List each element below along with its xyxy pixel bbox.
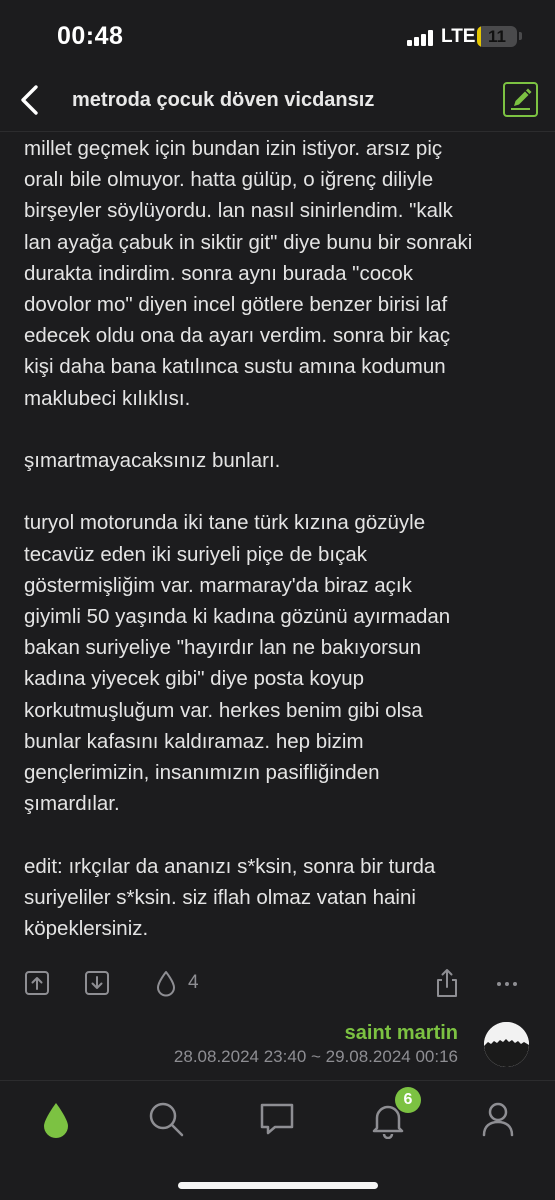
text-line: giyimli 50 yaşında ki kadına gözünü ayır…: [24, 605, 451, 629]
text-line: gençlerimizin, insanımızın pasifliğinden: [24, 761, 380, 785]
profile-icon: [482, 1102, 514, 1137]
cellular-signal-icon: [407, 30, 435, 46]
text-line: tecavüz eden iki suriyeli piçe de bıçak: [24, 542, 367, 566]
entry-date: 28.08.2024 23:40 ~ 29.08.2024 00:16: [173, 1047, 458, 1066]
arrow-down-box-icon: [85, 971, 109, 995]
text-line: şımardılar.: [24, 792, 120, 816]
text-line: birşeyler söylüyordu. lan nasıl sinirlen…: [24, 199, 453, 223]
back-button[interactable]: [14, 80, 48, 120]
text-line: millet geçmek için bundan izin istiyor. …: [24, 137, 443, 160]
status-bar: 00:48 LTE 11: [0, 0, 555, 70]
share-button[interactable]: [434, 968, 460, 998]
search-icon: [149, 1102, 184, 1137]
battery-nub: [519, 32, 522, 40]
text-line: dovolor mo" diyen incel götlere benzer b…: [24, 293, 448, 317]
entry-content: millet geçmek için bundan izin istiyor. …: [24, 133, 539, 944]
tab-profile[interactable]: [478, 1099, 518, 1139]
avatar[interactable]: [484, 1022, 529, 1067]
network-type: LTE: [441, 26, 476, 47]
compose-button[interactable]: [503, 82, 538, 117]
tab-home[interactable]: [36, 1099, 76, 1139]
clock: 00:48: [57, 22, 124, 50]
text-line: korkutmuşluğum var. herkes benim gibi ol…: [24, 698, 423, 722]
chevron-left-icon: [21, 85, 38, 115]
topic-title: metroda çocuk döven vicdansız: [72, 89, 375, 111]
notification-badge: 6: [395, 1087, 421, 1113]
text-line: oralı bile olmuyor. hatta gülüp, o iğren…: [24, 168, 434, 192]
text-line: edit: ırkçılar da ananızı s*ksin, sonra …: [24, 854, 436, 878]
battery-level: 11: [488, 27, 506, 46]
entry-footer: saint martin 28.08.2024 23:40 ~ 29.08.20…: [0, 1018, 555, 1074]
text-line: göstermişliğim var. marmaray'da biraz aç…: [24, 573, 412, 597]
drop-icon: [157, 971, 175, 997]
tab-bar: 6: [0, 1080, 555, 1200]
text-line: kadına yiyecek gibi" diye posta koyup: [24, 667, 365, 691]
compose-icon: [511, 88, 532, 110]
ellipsis-icon: [497, 982, 517, 986]
upvote-button[interactable]: [24, 968, 50, 998]
share-icon: [437, 969, 457, 997]
arrow-up-box-icon: [25, 971, 49, 995]
entry-paragraph: şımartmayacaksınız bunları.: [24, 445, 539, 476]
text-line: şımartmayacaksınız bunları.: [24, 449, 281, 473]
text-line: suriyeliler s*ksin. siz iflah olmaz vata…: [24, 885, 416, 909]
topic-header: metroda çocuk döven vicdansız: [0, 70, 555, 132]
text-line: turyol motorunda iki tane türk kızına gö…: [24, 511, 426, 535]
entry-paragraph: edit: ırkçılar da ananızı s*ksin, sonra …: [24, 851, 539, 945]
more-button[interactable]: [495, 968, 519, 998]
home-indicator: [178, 1182, 378, 1189]
downvote-button[interactable]: [84, 968, 110, 998]
text-line: kişi daha bana katılınca sustu amına kod…: [24, 355, 446, 379]
tab-messages[interactable]: [257, 1099, 297, 1139]
text-line: edecek oldu ona da ayarı verdim. sonra b…: [24, 324, 451, 348]
entry-paragraph: turyol motorunda iki tane türk kızına gö…: [24, 507, 539, 819]
tab-search[interactable]: [146, 1099, 186, 1139]
text-line: köpeklersiniz.: [24, 917, 149, 941]
text-line: lan ayağa çabuk in siktir git" diye bunu…: [24, 230, 473, 254]
author-name[interactable]: saint martin: [345, 1022, 458, 1045]
message-icon: [260, 1103, 294, 1135]
text-line: maklubeci kılıklısı.: [24, 386, 191, 410]
text-line: bunlar kafasını kaldıramaz. hep bizim: [24, 729, 364, 753]
favorite-count: 4: [188, 972, 199, 993]
favorite-button[interactable]: [154, 968, 178, 998]
entry-actions: 4: [0, 968, 555, 1002]
drop-icon: [44, 1103, 68, 1138]
text-line: durakta indirdim. sonra aynı burada "coc…: [24, 261, 414, 285]
avatar-image: [484, 1022, 529, 1067]
battery-icon: 11: [477, 26, 517, 47]
entry-paragraph: millet geçmek için bundan izin istiyor. …: [24, 133, 539, 414]
text-line: bakan suriyeliye "hayırdır lan ne bakıyo…: [24, 636, 421, 660]
